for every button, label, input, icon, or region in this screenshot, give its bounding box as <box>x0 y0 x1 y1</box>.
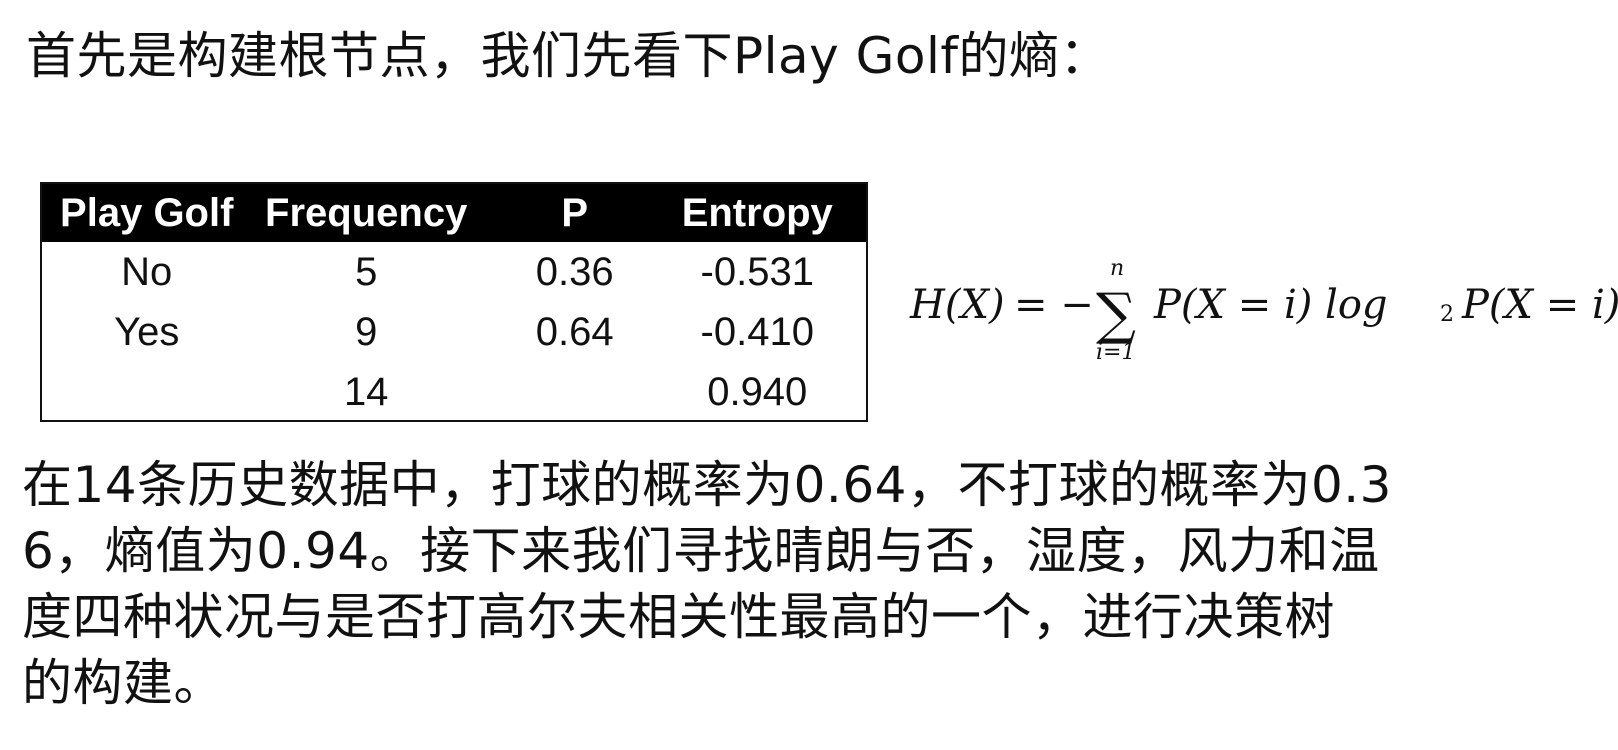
cell-p: 0.36 <box>535 249 614 294</box>
formula-equals: = − <box>1014 282 1094 328</box>
formula-term: P(X = i) log <box>1154 282 1388 328</box>
sum-upper-limit: n <box>1110 256 1125 281</box>
cell-frequency: 5 <box>355 249 378 294</box>
paragraph-line: 6，熵值为0.94。接下来我们寻找晴朗与否，湿度，风力和温 <box>22 522 1380 580</box>
cell-play-golf: Yes <box>114 309 180 354</box>
paragraph-line: 的构建。 <box>22 654 224 712</box>
header-play-golf: Play Golf <box>60 190 234 235</box>
cell-entropy: -0.410 <box>700 309 814 354</box>
cell-play-golf: No <box>121 249 173 294</box>
table-header-row: Play Golf Frequency P Entropy <box>42 184 866 242</box>
cell-frequency: 14 <box>343 369 389 414</box>
table-row: 14 0.940 <box>42 362 866 422</box>
table-row: No 5 0.36 -0.531 <box>42 242 866 302</box>
intro-text: 首先是构建根节点，我们先看下Play Golf的熵： <box>26 27 1110 85</box>
cell-p: 0.64 <box>535 309 614 354</box>
header-entropy: Entropy <box>681 190 833 235</box>
header-frequency: Frequency <box>265 190 468 235</box>
explanation-paragraph: 在14条历史数据中，打球的概率为0.64，不打球的概率为0.3 6，熵值为0.9… <box>22 452 1512 716</box>
paragraph-line: 在14条历史数据中，打球的概率为0.64，不打球的概率为0.3 <box>22 456 1392 514</box>
cell-entropy: 0.940 <box>707 369 808 414</box>
cell-entropy: -0.531 <box>700 249 814 294</box>
header-p: P <box>561 190 589 235</box>
sum-lower-limit: i=1 <box>1096 340 1136 365</box>
cell-frequency: 9 <box>355 309 378 354</box>
formula-tail: P(X = i) <box>1462 282 1618 328</box>
play-golf-frequency-table: Play Golf Frequency P Entropy No 5 0.36 … <box>40 182 868 422</box>
paragraph-line: 度四种状况与是否打高尔夫相关性最高的一个，进行决策树 <box>22 588 1335 646</box>
log-base: 2 <box>1440 302 1454 327</box>
sigma-symbol: ∑ <box>1096 282 1136 347</box>
formula-lhs: H(X) <box>910 282 1005 328</box>
table-row: Yes 9 0.64 -0.410 <box>42 302 866 362</box>
